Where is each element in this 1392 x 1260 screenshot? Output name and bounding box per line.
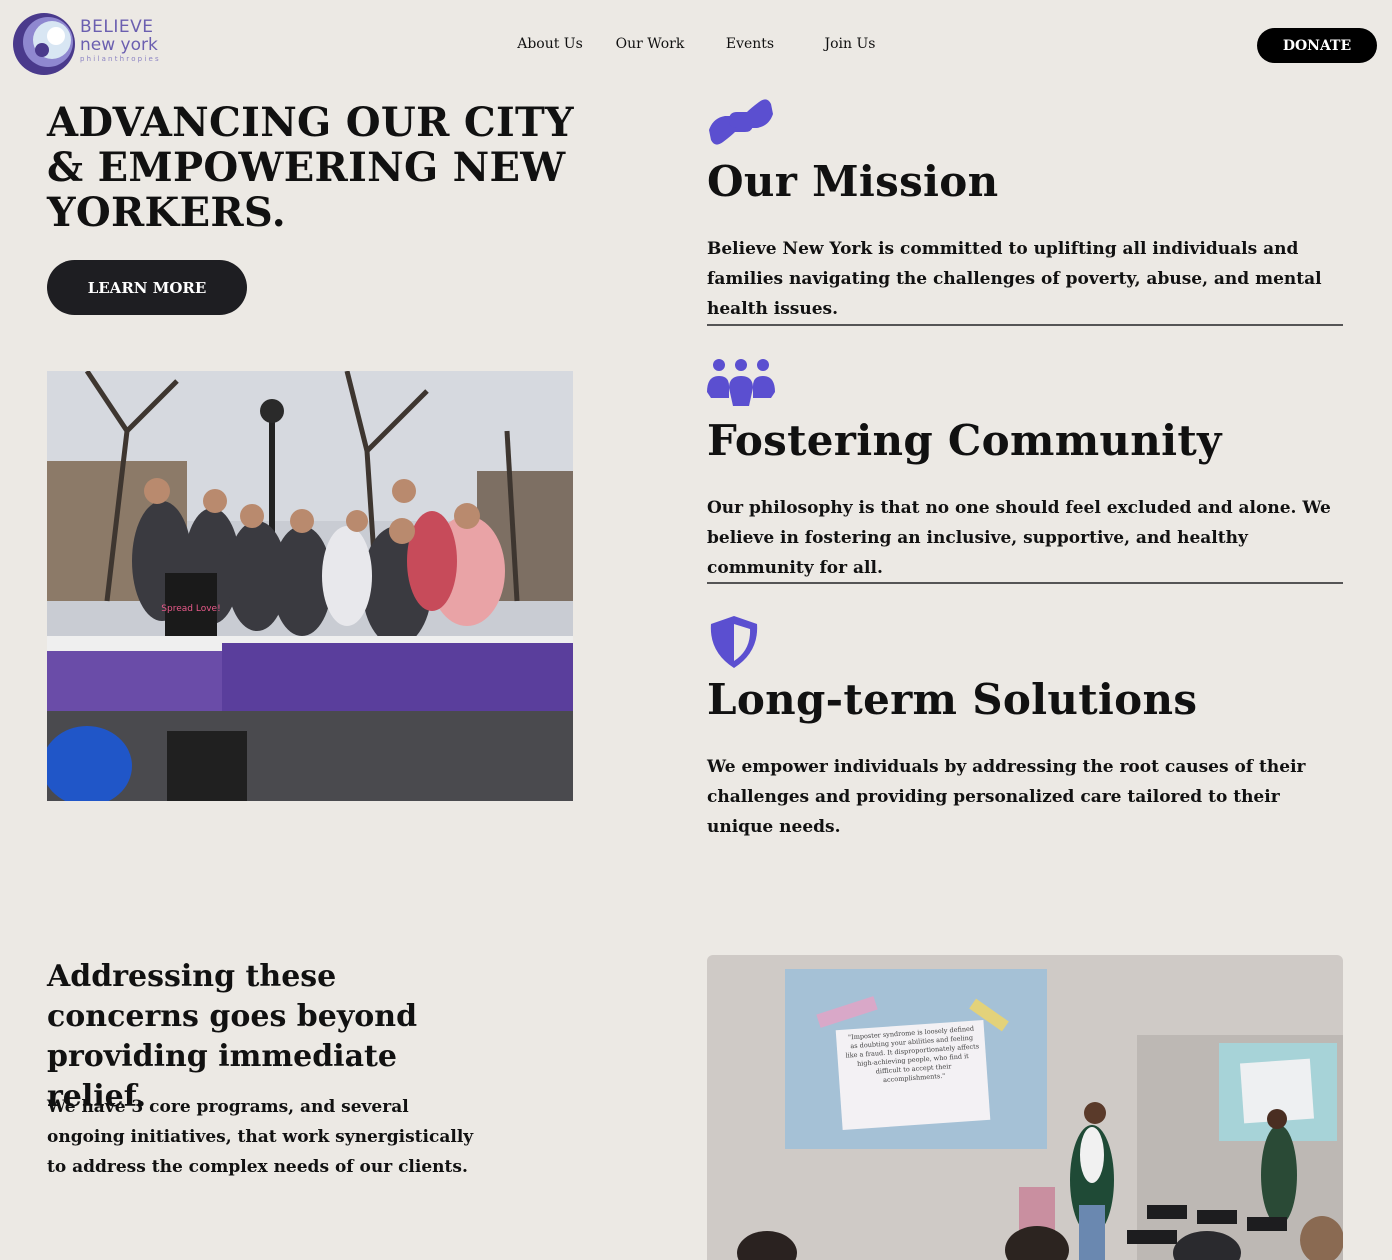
feature-our-mission: Our Mission Believe New York is committe… (707, 158, 1343, 324)
group-photo-image: Spread Love! (47, 371, 573, 801)
chalkboard-sign-text: Spread Love! (161, 604, 220, 614)
feature-title: Long-term Solutions (707, 675, 1198, 724)
feature-body: Our philosophy is that no one should fee… (707, 498, 1331, 578)
feature-title: Our Mission (707, 157, 999, 206)
brand-logo[interactable]: BELIEVE new york philanthropies (12, 12, 172, 78)
site-header: BELIEVE new york philanthropies About Us… (0, 0, 1392, 92)
brand-line-2: new york (80, 35, 158, 55)
donate-button[interactable]: DONATE (1257, 28, 1377, 63)
feature-title: Fostering Community (707, 416, 1222, 465)
brand-wordmark: BELIEVE new york philanthropies (80, 18, 161, 64)
divider (707, 324, 1343, 326)
brand-line-3: philanthropies (80, 55, 161, 63)
nav-about-us[interactable]: About Us (500, 36, 600, 52)
nav-our-work[interactable]: Our Work (600, 36, 700, 52)
handshake-icon (709, 99, 773, 145)
concerns-body: We have 3 core programs, and several ong… (47, 1097, 474, 1177)
brand-line-1: BELIEVE (80, 17, 154, 37)
main-nav: About Us Our Work Events Join Us (500, 36, 900, 52)
learn-more-button[interactable]: LEARN MORE (47, 260, 247, 315)
hero-title: ADVANCING OUR CITY & EMPOWERING NEW YORK… (47, 99, 574, 236)
workshop-photo-image: "Imposter syndrome is loosely defined as… (707, 955, 1343, 1260)
nav-join-us[interactable]: Join Us (800, 36, 900, 52)
feature-body: Believe New York is committed to uplifti… (707, 239, 1322, 319)
feature-long-term-solutions: Long-term Solutions We empower individua… (707, 676, 1343, 842)
nav-events[interactable]: Events (700, 36, 800, 52)
community-icon (707, 359, 775, 406)
logo-mark-icon (13, 13, 75, 75)
shield-icon (710, 616, 758, 668)
feature-body: We empower individuals by addressing the… (707, 757, 1306, 837)
slide-quote-text: "Imposter syndrome is loosely defined as… (845, 1024, 980, 1085)
feature-fostering-community: Fostering Community Our philosophy is th… (707, 417, 1343, 583)
divider (707, 582, 1343, 584)
